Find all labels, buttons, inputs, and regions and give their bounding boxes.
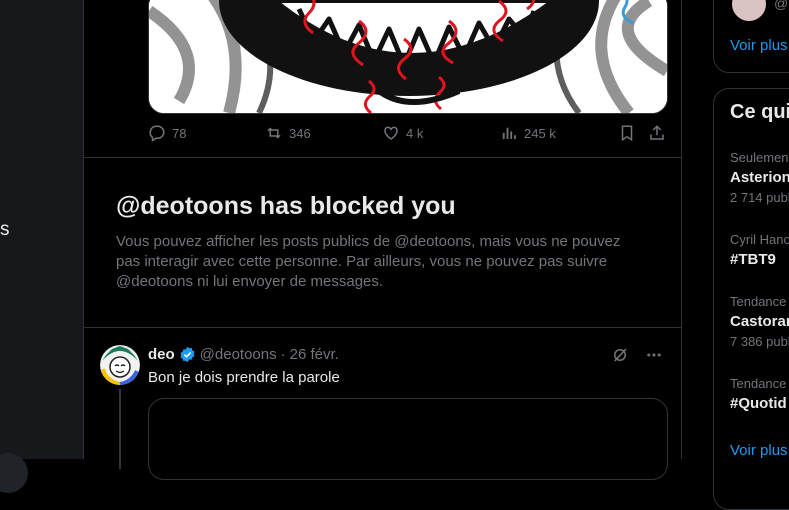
left-nav: s	[0, 0, 83, 493]
trend-count: 7 386 publ	[730, 334, 789, 349]
blocked-description: Vous pouvez afficher les posts publics d…	[116, 233, 621, 290]
trends-heading: Ce qui	[730, 101, 789, 123]
blocked-title: @deotoons has blocked you	[116, 192, 456, 220]
repost-count: 346	[289, 125, 311, 141]
thread-line	[119, 389, 121, 469]
separator-dot: ·	[280, 346, 286, 363]
views-icon	[502, 127, 516, 139]
blocked-notice: @deotoons has blocked you Vous pouvez af…	[84, 157, 681, 328]
trend-title: #Quotid	[730, 395, 787, 412]
right-sidebar: @ Voir plus Ce qui Seulemen Asterion 2 7…	[682, 0, 789, 510]
suggested-user-avatar[interactable]	[732, 0, 766, 21]
bookmark-icon	[621, 125, 633, 142]
account-switcher-avatar[interactable]	[0, 453, 28, 493]
trend-title: #TBT9	[730, 251, 776, 268]
post-header: deo @deotoons · 26 févr.	[148, 346, 339, 363]
author-name[interactable]: deo	[148, 346, 175, 363]
trend-context: Seulemen	[730, 150, 789, 165]
trend-item[interactable]: Seulemen Asterion 2 714 publ	[730, 150, 789, 205]
who-to-follow-card: @ Voir plus	[713, 0, 789, 73]
post[interactable]: deo @deotoons · 26 févr. Bon je dois pre…	[84, 328, 681, 480]
avatar-image	[100, 345, 140, 385]
post-actions: 78 346 4 k 245 k	[148, 124, 668, 146]
views-button[interactable]: 245 k	[500, 124, 556, 142]
share-button[interactable]	[648, 124, 666, 142]
more-options-icon[interactable]	[645, 346, 663, 364]
view-count: 245 k	[524, 125, 556, 141]
verified-badge-icon	[180, 346, 195, 363]
trend-count: 2 714 publ	[730, 190, 789, 205]
timeline: 78 346 4 k 245 k @deotoons has blocked y…	[83, 0, 682, 480]
post-media[interactable]	[148, 398, 668, 480]
avatar[interactable]	[100, 345, 140, 385]
suggested-user-handle[interactable]: @	[774, 0, 788, 11]
bookmark-button[interactable]	[618, 124, 636, 142]
post-date[interactable]: 26 févr.	[290, 346, 339, 363]
reply-button[interactable]: 78	[148, 124, 186, 142]
grok-icon[interactable]	[611, 346, 629, 364]
share-icon	[650, 125, 664, 140]
post-top-icons	[611, 346, 663, 364]
trend-item[interactable]: Tendance #Quotid	[730, 376, 787, 412]
repost-button[interactable]: 346	[265, 124, 311, 142]
monster-illustration	[149, 0, 667, 113]
show-more-link[interactable]: Voir plus	[730, 442, 788, 459]
trends-card: Ce qui Seulemen Asterion 2 714 publ Cyri…	[713, 88, 789, 510]
nav-label-fragment[interactable]: s	[0, 219, 10, 241]
trend-title: Castoran	[730, 313, 789, 330]
trend-item[interactable]: Cyril Hano #TBT9	[730, 232, 789, 268]
author-handle[interactable]: @deotoons	[200, 346, 277, 363]
trend-title: Asterion	[730, 169, 789, 186]
post-text: Bon je dois prendre la parole	[148, 369, 340, 386]
reply-count: 78	[172, 125, 187, 141]
reply-icon	[149, 125, 165, 142]
trend-item[interactable]: Tendance Castoran 7 386 publ	[730, 294, 789, 349]
trend-context: Cyril Hano	[730, 232, 789, 247]
heart-icon	[384, 126, 398, 140]
like-count: 4 k	[406, 125, 424, 141]
repost-icon	[267, 127, 281, 139]
post-media-image[interactable]	[148, 0, 668, 114]
show-more-link[interactable]: Voir plus	[730, 37, 788, 54]
trend-context: Tendance	[730, 376, 787, 391]
like-button[interactable]: 4 k	[382, 124, 423, 142]
trend-context: Tendance	[730, 294, 787, 309]
